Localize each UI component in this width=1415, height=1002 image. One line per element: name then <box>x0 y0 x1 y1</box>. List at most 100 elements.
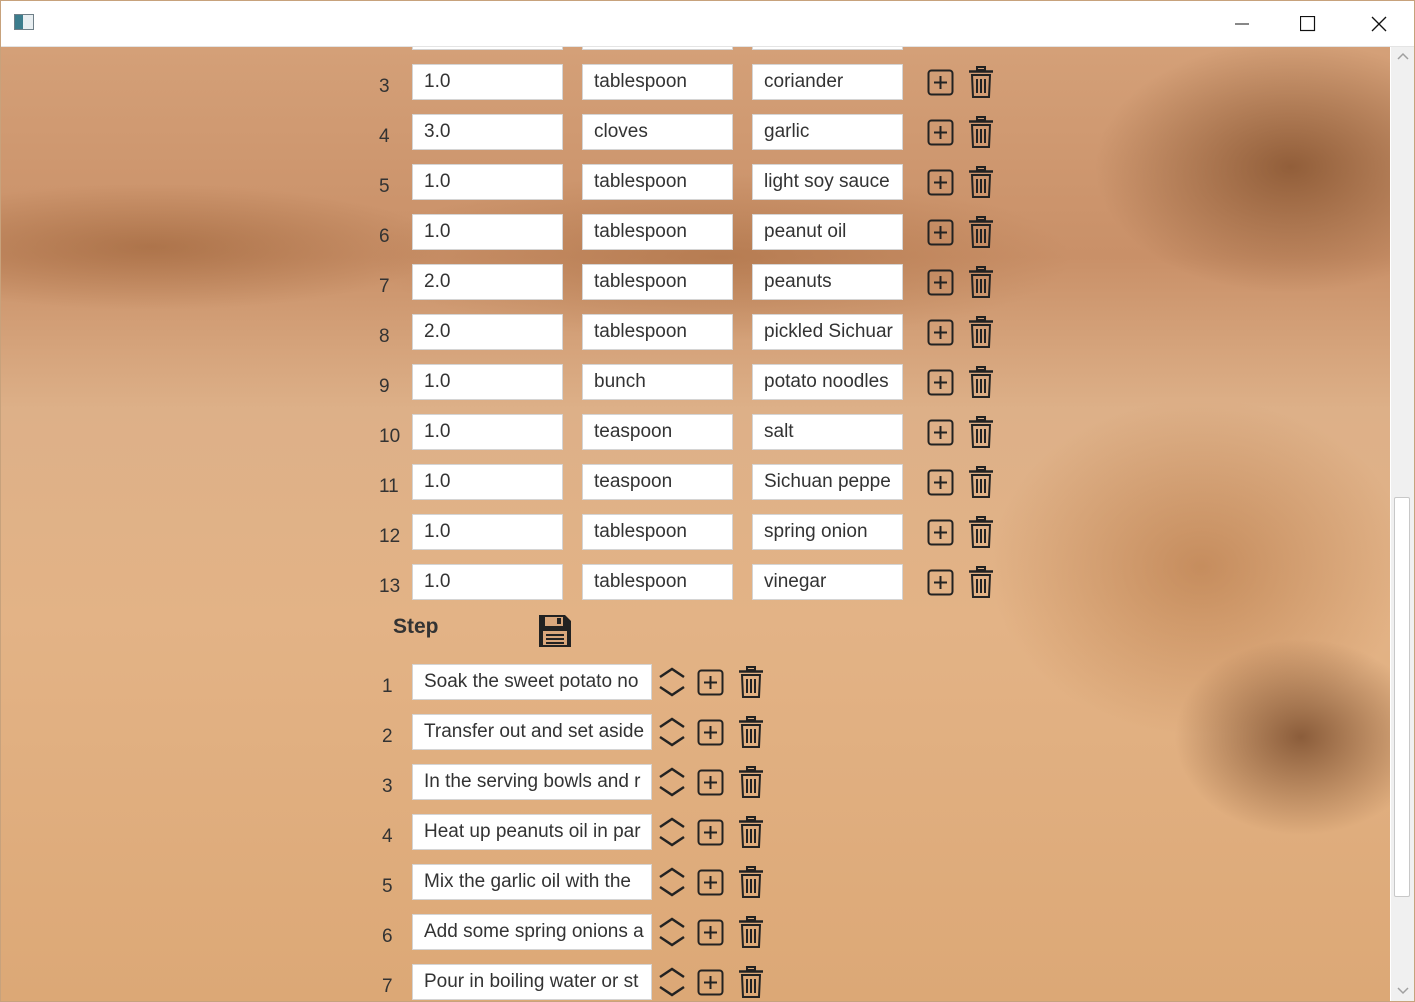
delete-step-button[interactable] <box>736 665 766 699</box>
maximize-button[interactable] <box>1285 1 1331 46</box>
unit-field[interactable]: tablespoon <box>582 314 733 350</box>
delete-ingredient-button[interactable] <box>966 315 996 349</box>
quantity-field[interactable] <box>412 47 563 50</box>
up-down-chevron-icon <box>659 917 685 947</box>
step-text-field[interactable]: In the serving bowls and r <box>412 764 652 800</box>
quantity-field[interactable]: 1.0 <box>412 564 563 600</box>
delete-ingredient-button[interactable] <box>966 365 996 399</box>
row-number: 10 <box>379 426 401 447</box>
ingredient-name-field[interactable]: coriander <box>752 64 903 100</box>
reorder-step-button[interactable] <box>657 815 687 849</box>
ingredient-name-field[interactable]: spring onion <box>752 514 903 550</box>
add-ingredient-button[interactable] <box>925 165 955 199</box>
step-row: 7 Pour in boiling water or st <box>1 964 1001 1001</box>
add-ingredient-button[interactable] <box>925 365 955 399</box>
floppy-disk-icon[interactable] <box>537 613 573 649</box>
reorder-step-button[interactable] <box>657 915 687 949</box>
unit-field[interactable]: tablespoon <box>582 514 733 550</box>
delete-step-button[interactable] <box>736 915 766 949</box>
minimize-button[interactable] <box>1219 1 1265 46</box>
delete-step-button[interactable] <box>736 765 766 799</box>
quantity-field[interactable]: 2.0 <box>412 264 563 300</box>
quantity-field[interactable]: 2.0 <box>412 314 563 350</box>
step-text-field[interactable]: Transfer out and set aside <box>412 714 652 750</box>
delete-step-button[interactable] <box>736 715 766 749</box>
delete-ingredient-button[interactable] <box>966 465 996 499</box>
quantity-field[interactable]: 3.0 <box>412 114 563 150</box>
quantity-field[interactable]: 1.0 <box>412 364 563 400</box>
add-ingredient-button[interactable] <box>925 565 955 599</box>
ingredient-name-field[interactable]: garlic <box>752 114 903 150</box>
row-number: 11 <box>379 476 399 497</box>
ingredient-name-field[interactable]: pickled Sichuar <box>752 314 903 350</box>
quantity-field[interactable]: 1.0 <box>412 514 563 550</box>
add-step-button[interactable] <box>695 715 725 749</box>
reorder-step-button[interactable] <box>657 765 687 799</box>
add-ingredient-button[interactable] <box>925 115 955 149</box>
step-text-field[interactable]: Soak the sweet potato no <box>412 664 652 700</box>
quantity-field[interactable]: 1.0 <box>412 164 563 200</box>
ingredient-name-field[interactable]: light soy sauce <box>752 164 903 200</box>
vertical-scrollbar[interactable] <box>1391 47 1414 1001</box>
unit-field[interactable]: tablespoon <box>582 214 733 250</box>
scroll-thumb[interactable] <box>1394 497 1410 897</box>
add-step-button[interactable] <box>695 865 725 899</box>
reorder-step-button[interactable] <box>657 865 687 899</box>
unit-field[interactable]: tablespoon <box>582 564 733 600</box>
ingredient-name-field[interactable]: vinegar <box>752 564 903 600</box>
scroll-up-arrow[interactable] <box>1395 50 1410 62</box>
reorder-step-button[interactable] <box>657 665 687 699</box>
ingredient-name-field[interactable]: potato noodles <box>752 364 903 400</box>
unit-field[interactable]: tablespoon <box>582 64 733 100</box>
trash-icon <box>969 466 993 498</box>
step-text-field[interactable]: Mix the garlic oil with the <box>412 864 652 900</box>
ingredient-row: 10 1.0 teaspoon salt <box>1 414 1001 454</box>
unit-field[interactable]: bunch <box>582 364 733 400</box>
ingredient-name-field[interactable]: Sichuan peppe <box>752 464 903 500</box>
unit-field[interactable]: cloves <box>582 114 733 150</box>
unit-field[interactable]: tablespoon <box>582 264 733 300</box>
add-step-button[interactable] <box>695 765 725 799</box>
add-ingredient-button[interactable] <box>925 465 955 499</box>
add-ingredient-button[interactable] <box>925 65 955 99</box>
scroll-down-arrow[interactable] <box>1395 985 1410 997</box>
add-step-button[interactable] <box>695 965 725 999</box>
step-text-field[interactable]: Pour in boiling water or st <box>412 964 652 1000</box>
reorder-step-button[interactable] <box>657 715 687 749</box>
add-ingredient-button[interactable] <box>925 215 955 249</box>
unit-field[interactable]: teaspoon <box>582 464 733 500</box>
ingredient-name-field[interactable]: peanuts <box>752 264 903 300</box>
step-text-field[interactable]: Heat up peanuts oil in par <box>412 814 652 850</box>
delete-ingredient-button[interactable] <box>966 115 996 149</box>
step-text-field[interactable]: Add some spring onions a <box>412 914 652 950</box>
delete-ingredient-button[interactable] <box>966 215 996 249</box>
quantity-field[interactable]: 1.0 <box>412 464 563 500</box>
delete-ingredient-button[interactable] <box>966 515 996 549</box>
add-ingredient-button[interactable] <box>925 415 955 449</box>
unit-field[interactable] <box>582 47 733 50</box>
quantity-field[interactable]: 1.0 <box>412 414 563 450</box>
delete-step-button[interactable] <box>736 865 766 899</box>
delete-ingredient-button[interactable] <box>966 165 996 199</box>
ingredient-name-field[interactable]: salt <box>752 414 903 450</box>
delete-step-button[interactable] <box>736 965 766 999</box>
ingredient-name-field[interactable] <box>752 47 903 50</box>
close-button[interactable] <box>1356 1 1402 46</box>
unit-field[interactable]: tablespoon <box>582 164 733 200</box>
delete-ingredient-button[interactable] <box>966 65 996 99</box>
ingredient-name-field[interactable]: peanut oil <box>752 214 903 250</box>
unit-field[interactable]: teaspoon <box>582 414 733 450</box>
quantity-field[interactable]: 1.0 <box>412 64 563 100</box>
delete-ingredient-button[interactable] <box>966 565 996 599</box>
delete-ingredient-button[interactable] <box>966 265 996 299</box>
quantity-field[interactable]: 1.0 <box>412 214 563 250</box>
add-ingredient-button[interactable] <box>925 315 955 349</box>
delete-step-button[interactable] <box>736 815 766 849</box>
add-step-button[interactable] <box>695 915 725 949</box>
add-step-button[interactable] <box>695 665 725 699</box>
reorder-step-button[interactable] <box>657 965 687 999</box>
add-ingredient-button[interactable] <box>925 265 955 299</box>
delete-ingredient-button[interactable] <box>966 415 996 449</box>
add-step-button[interactable] <box>695 815 725 849</box>
add-ingredient-button[interactable] <box>925 515 955 549</box>
